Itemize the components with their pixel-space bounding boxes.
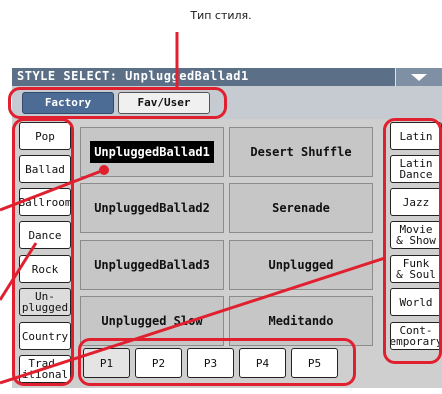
leader-line-pages — [0, 256, 386, 385]
leader-dot — [99, 165, 109, 175]
leader-line-category — [0, 242, 38, 301]
leader-line-style — [0, 168, 105, 212]
callout-leader-lines — [0, 32, 386, 385]
